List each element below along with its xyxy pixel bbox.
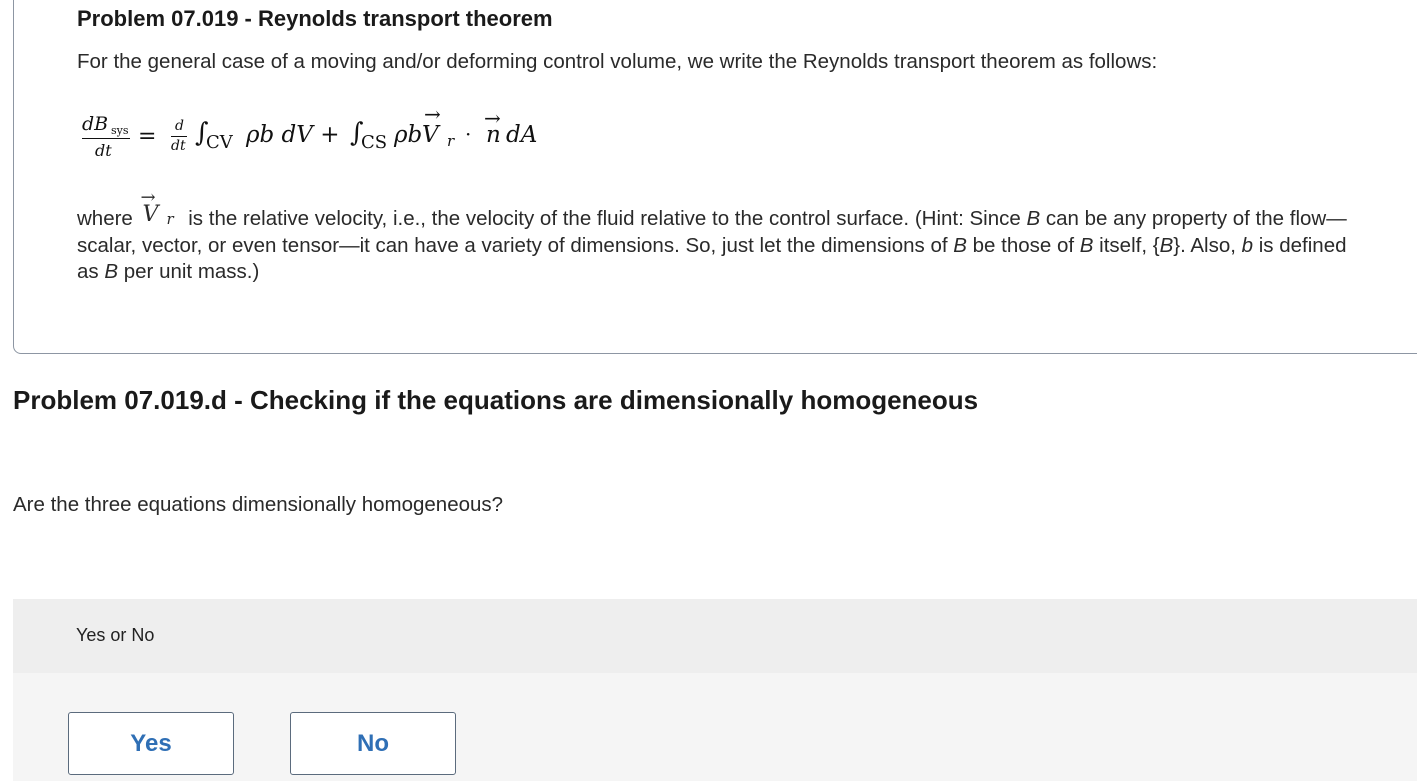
eq-cs-subscript: CS — [361, 132, 388, 153]
symbol-v: V — [142, 201, 159, 227]
where-text-4: itself, { — [1093, 233, 1160, 257]
where-text-1: is the relative velocity, i.e., the velo… — [182, 207, 1027, 230]
yes-button[interactable]: Yes — [68, 712, 234, 775]
problem-intro: For the general case of a moving and/or … — [77, 50, 1158, 73]
symbol-b-upper: B — [1159, 233, 1174, 257]
where-text-7: per unit mass.) — [118, 260, 260, 283]
eq-d-fraction-line — [171, 136, 187, 137]
eq-fraction-line — [82, 138, 130, 139]
eq-cv-subscript: CV — [206, 132, 233, 153]
problem-title: Problem 07.019 - Reynolds transport theo… — [77, 6, 553, 31]
symbol-b-upper: B — [1026, 207, 1041, 230]
relative-velocity-symbol: → Vr — [139, 187, 183, 228]
where-text-3: be those of — [966, 233, 1080, 257]
eq-vector-v: V — [422, 122, 439, 148]
eq-cs-integrand: ρb — [394, 122, 423, 148]
no-button[interactable]: No — [290, 712, 456, 775]
eq-area-da: dA — [506, 122, 538, 148]
answer-panel: Yes or No Yes No — [13, 599, 1417, 781]
eq-lhs-subscript: sys — [111, 124, 129, 137]
question-text: Are the three equations dimensionally ho… — [13, 493, 504, 516]
symbol-b-lower: b — [1241, 233, 1254, 257]
where-text-5: }. Also, — [1173, 233, 1242, 257]
section-title: Problem 07.019.d - Checking if the equat… — [13, 385, 979, 415]
where-paragraph: where → Vr is the relative velocity, i.e.… — [77, 187, 1367, 286]
eq-cv-integrand: ρb dV + — [246, 122, 340, 148]
eq-d-numerator: d — [175, 118, 184, 134]
symbol-b-upper: B — [104, 260, 119, 283]
answer-choices: Yes No — [13, 673, 1417, 781]
answer-label: Yes or No — [76, 625, 155, 645]
eq-dot: · — [465, 122, 472, 146]
eq-r-subscript: r — [447, 132, 455, 150]
symbol-b-upper: B — [953, 233, 967, 257]
where-lead: where — [77, 207, 133, 230]
eq-normal-n: n — [486, 122, 501, 148]
eq-lhs-denominator: dt — [95, 141, 112, 160]
symbol-r: r — [166, 209, 174, 228]
eq-lhs-numerator: dB — [82, 113, 109, 135]
symbol-b-upper: B — [1079, 233, 1094, 257]
eq-equals-sign: = — [138, 124, 157, 149]
eq-d-denominator: dt — [171, 138, 186, 154]
answer-header: Yes or No — [13, 599, 1417, 673]
